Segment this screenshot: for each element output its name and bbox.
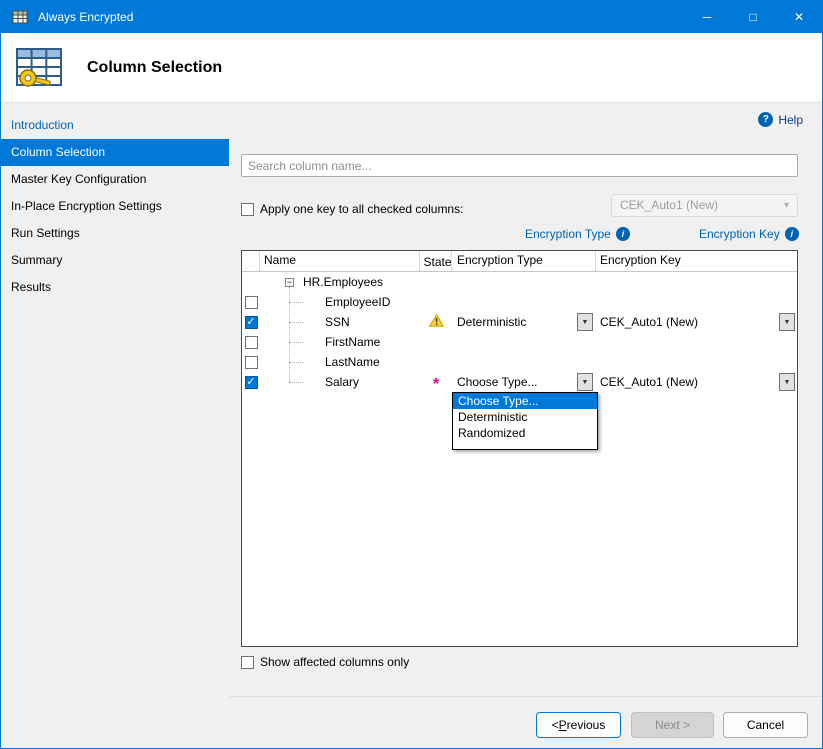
titlebar[interactable]: Always Encrypted ─ □ ✕	[1, 1, 822, 33]
encryption-type-dropdown-menu: Choose Type... Deterministic Randomized	[452, 392, 598, 450]
row-checkbox[interactable]	[245, 336, 258, 349]
column-header-checkbox[interactable]	[242, 251, 260, 271]
previous-label-prefix: <	[552, 718, 559, 732]
dropdown-option-deterministic[interactable]: Deterministic	[453, 409, 597, 425]
always-encrypted-window: Always Encrypted ─ □ ✕ Column Selection	[0, 0, 823, 749]
show-affected-checkbox[interactable]	[241, 656, 254, 669]
next-button[interactable]: Next >	[631, 712, 714, 738]
row-checkbox[interactable]: ✓	[245, 316, 258, 329]
cek-key-combobox[interactable]: CEK_Auto1 (New) ▾	[611, 194, 798, 217]
encryption-key-dropdown-button[interactable]: ▼	[779, 313, 795, 331]
encryption-key-dropdown-button[interactable]: ▼	[779, 373, 795, 391]
apply-one-key-checkbox[interactable]	[241, 203, 254, 216]
column-name: Salary	[325, 375, 359, 389]
info-icon[interactable]: i	[785, 227, 799, 241]
encryption-type-link-label: Encryption Type	[525, 227, 611, 241]
apply-one-key-label: Apply one key to all checked columns:	[260, 202, 463, 216]
column-name: EmployeeID	[325, 295, 390, 309]
column-name: SSN	[325, 315, 350, 329]
previous-label-rest: revious	[567, 718, 606, 732]
column-header-encryption-key[interactable]: Encryption Key	[596, 251, 797, 271]
dropdown-option-choose-type[interactable]: Choose Type...	[453, 393, 597, 409]
table-row-employeeid[interactable]: EmployeeID	[242, 292, 797, 312]
table-row-salary[interactable]: ✓ Salary * Choose Type... ▼ CEK_Auto1 (N…	[242, 372, 797, 392]
columns-table-header: Name State Encryption Type Encryption Ke…	[242, 251, 797, 272]
footer-divider	[229, 696, 822, 697]
encryption-type-value[interactable]: Choose Type...	[452, 375, 577, 389]
apply-one-key-row: Apply one key to all checked columns:	[241, 198, 463, 220]
encryption-type-value[interactable]: Deterministic	[452, 315, 577, 329]
column-header-encryption-type[interactable]: Encryption Type	[452, 251, 596, 271]
encryption-key-link-label: Encryption Key	[699, 227, 780, 241]
table-row-firstname[interactable]: FirstName	[242, 332, 797, 352]
minimize-button[interactable]: ─	[684, 1, 730, 33]
sidebar-item-results[interactable]: Results	[1, 274, 229, 301]
column-name: FirstName	[325, 335, 380, 349]
table-row-ssn[interactable]: ✓ SSN Deterministic ▼	[242, 312, 797, 332]
encryption-type-link[interactable]: Encryption Type i	[525, 227, 630, 241]
sidebar-item-run-settings[interactable]: Run Settings	[1, 220, 229, 247]
sidebar-item-column-selection[interactable]: Column Selection	[1, 139, 229, 166]
sidebar-item-in-place-encryption-settings[interactable]: In-Place Encryption Settings	[1, 193, 229, 220]
warning-icon	[429, 314, 444, 330]
required-icon: *	[433, 380, 439, 390]
table-group-row-hr-employees[interactable]: − HR.Employees	[242, 272, 797, 292]
window-controls: ─ □ ✕	[684, 1, 822, 33]
previous-button[interactable]: < Previous	[536, 712, 621, 738]
cek-key-value: CEK_Auto1 (New)	[620, 195, 718, 216]
column-links-row: Encryption Type i Encryption Key i	[229, 227, 822, 243]
column-header-name[interactable]: Name	[260, 251, 420, 271]
help-label: Help	[778, 113, 803, 127]
encryption-key-value[interactable]: CEK_Auto1 (New)	[596, 375, 779, 389]
info-icon[interactable]: i	[616, 227, 630, 241]
help-icon: ?	[758, 112, 773, 127]
previous-accesskey: P	[559, 718, 567, 732]
sidebar-item-master-key-configuration[interactable]: Master Key Configuration	[1, 166, 229, 193]
table-row-lastname[interactable]: LastName	[242, 352, 797, 372]
columns-table: Name State Encryption Type Encryption Ke…	[241, 250, 798, 647]
encryption-key-value[interactable]: CEK_Auto1 (New)	[596, 315, 779, 329]
encryption-type-dropdown-button[interactable]: ▼	[577, 373, 593, 391]
encryption-type-dropdown-button[interactable]: ▼	[577, 313, 593, 331]
table-key-icon	[13, 43, 67, 93]
wizard-steps-sidebar: Introduction Column Selection Master Key…	[1, 104, 229, 748]
column-header-state[interactable]: State	[420, 251, 452, 271]
sidebar-item-introduction[interactable]: Introduction	[1, 112, 229, 139]
column-name: LastName	[325, 355, 380, 369]
maximize-button[interactable]: □	[730, 1, 776, 33]
page-title: Column Selection	[87, 59, 222, 77]
row-checkbox[interactable]: ✓	[245, 376, 258, 389]
show-affected-row: Show affected columns only	[241, 655, 409, 669]
window-title: Always Encrypted	[38, 10, 133, 24]
wizard-header: Column Selection	[1, 33, 822, 103]
encryption-key-link[interactable]: Encryption Key i	[699, 227, 799, 241]
main-content: ? Help Apply one key to all checked colu…	[229, 104, 822, 748]
cancel-button[interactable]: Cancel	[723, 712, 808, 738]
close-button[interactable]: ✕	[776, 1, 822, 33]
table-group-name: HR.Employees	[303, 275, 383, 289]
columns-table-body: − HR.Employees EmployeeID ✓ SSN	[242, 272, 797, 392]
app-icon	[12, 9, 28, 25]
row-checkbox[interactable]	[245, 296, 258, 309]
help-link[interactable]: ? Help	[758, 112, 803, 127]
row-checkbox[interactable]	[245, 356, 258, 369]
dropdown-option-randomized[interactable]: Randomized	[453, 425, 597, 441]
show-affected-label: Show affected columns only	[260, 655, 409, 669]
chevron-down-icon: ▾	[784, 195, 789, 216]
search-input[interactable]	[241, 154, 798, 177]
sidebar-item-summary[interactable]: Summary	[1, 247, 229, 274]
